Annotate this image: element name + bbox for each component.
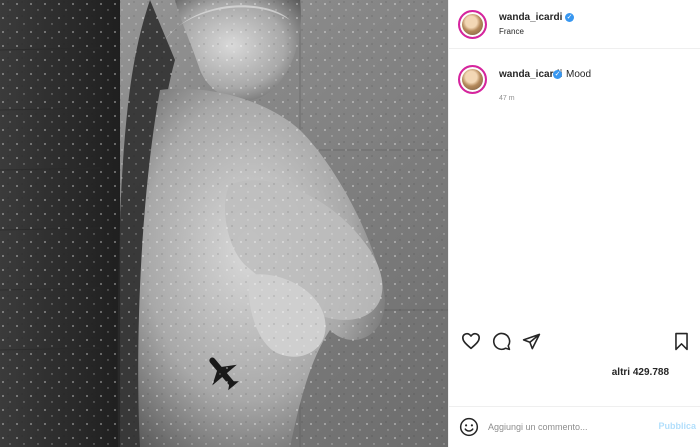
emoji-button[interactable]: [458, 416, 480, 438]
post-timestamp[interactable]: 47 m: [499, 95, 515, 102]
smiley-icon: [459, 417, 479, 437]
heart-icon: [462, 332, 480, 350]
post-sidebar: wanda_icardi ✓ France wanda_icardi ✓ Moo…: [448, 0, 700, 447]
likes-count[interactable]: altri 429.788: [612, 367, 669, 378]
photo-content: [0, 0, 448, 447]
like-button[interactable]: [460, 330, 482, 352]
post-photo[interactable]: [0, 0, 448, 447]
paper-plane-icon: [522, 333, 540, 349]
caption-author-avatar[interactable]: [458, 65, 487, 94]
post-location[interactable]: France: [499, 27, 524, 36]
caption-text: Mood: [566, 69, 592, 80]
comment-input[interactable]: [488, 419, 638, 435]
post-header: wanda_icardi ✓ France: [449, 0, 700, 49]
save-button[interactable]: [670, 330, 692, 352]
share-button[interactable]: [520, 330, 542, 352]
publish-button[interactable]: Pubblica: [658, 421, 696, 431]
verified-badge-icon: ✓: [565, 13, 574, 22]
author-username[interactable]: wanda_icardi: [499, 12, 562, 23]
comment-bar: Pubblica: [449, 406, 700, 447]
instagram-post: wanda_icardi ✓ France wanda_icardi ✓ Moo…: [0, 0, 700, 447]
bookmark-icon: [674, 332, 688, 350]
author-avatar[interactable]: [458, 10, 487, 39]
comment-bubble-icon: [492, 332, 510, 350]
caption-verified-badge-icon: ✓: [553, 70, 562, 79]
comment-button[interactable]: [490, 330, 512, 352]
